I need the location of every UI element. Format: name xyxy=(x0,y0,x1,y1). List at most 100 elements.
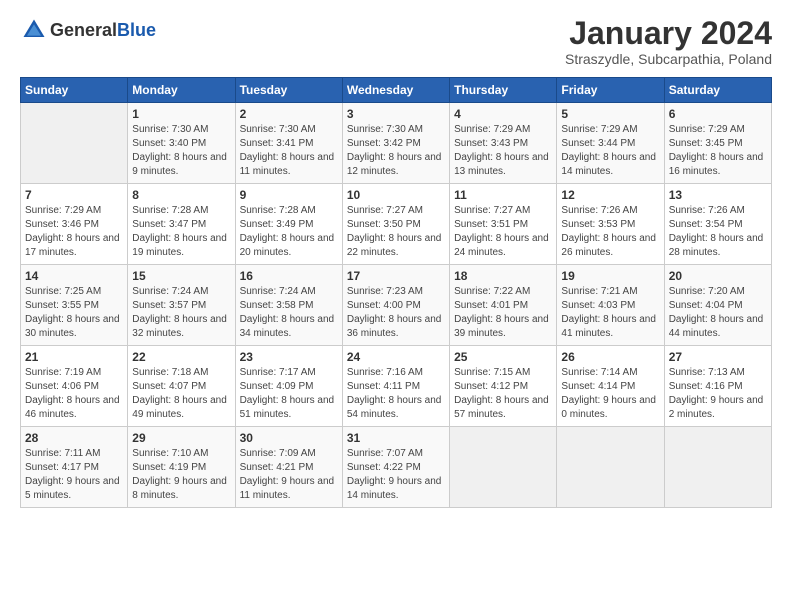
calendar-cell: 9 Sunrise: 7:28 AMSunset: 3:49 PMDayligh… xyxy=(235,184,342,265)
month-title: January 2024 xyxy=(565,16,772,51)
calendar-cell: 25 Sunrise: 7:15 AMSunset: 4:12 PMDaylig… xyxy=(450,346,557,427)
calendar-week-0: 1 Sunrise: 7:30 AMSunset: 3:40 PMDayligh… xyxy=(21,103,772,184)
day-info: Sunrise: 7:27 AMSunset: 3:51 PMDaylight:… xyxy=(454,205,549,258)
day-info: Sunrise: 7:24 AMSunset: 3:58 PMDaylight:… xyxy=(240,286,335,339)
page-container: GeneralBlue January 2024 Straszydle, Sub… xyxy=(0,0,792,518)
col-tuesday: Tuesday xyxy=(235,78,342,103)
calendar-cell: 11 Sunrise: 7:27 AMSunset: 3:51 PMDaylig… xyxy=(450,184,557,265)
day-number: 9 xyxy=(240,188,338,202)
day-number: 14 xyxy=(25,269,123,283)
calendar-cell: 30 Sunrise: 7:09 AMSunset: 4:21 PMDaylig… xyxy=(235,427,342,508)
title-section: January 2024 Straszydle, Subcarpathia, P… xyxy=(565,16,772,67)
logo-general: General xyxy=(50,20,117,40)
day-number: 24 xyxy=(347,350,445,364)
day-number: 20 xyxy=(669,269,767,283)
day-number: 8 xyxy=(132,188,230,202)
calendar-week-2: 14 Sunrise: 7:25 AMSunset: 3:55 PMDaylig… xyxy=(21,265,772,346)
day-info: Sunrise: 7:21 AMSunset: 4:03 PMDaylight:… xyxy=(561,286,656,339)
calendar-week-4: 28 Sunrise: 7:11 AMSunset: 4:17 PMDaylig… xyxy=(21,427,772,508)
day-info: Sunrise: 7:24 AMSunset: 3:57 PMDaylight:… xyxy=(132,286,227,339)
calendar-cell: 5 Sunrise: 7:29 AMSunset: 3:44 PMDayligh… xyxy=(557,103,664,184)
col-thursday: Thursday xyxy=(450,78,557,103)
col-friday: Friday xyxy=(557,78,664,103)
day-info: Sunrise: 7:14 AMSunset: 4:14 PMDaylight:… xyxy=(561,367,656,420)
day-info: Sunrise: 7:09 AMSunset: 4:21 PMDaylight:… xyxy=(240,448,335,501)
day-number: 27 xyxy=(669,350,767,364)
day-info: Sunrise: 7:30 AMSunset: 3:40 PMDaylight:… xyxy=(132,124,227,177)
calendar-cell: 18 Sunrise: 7:22 AMSunset: 4:01 PMDaylig… xyxy=(450,265,557,346)
day-info: Sunrise: 7:18 AMSunset: 4:07 PMDaylight:… xyxy=(132,367,227,420)
day-info: Sunrise: 7:29 AMSunset: 3:46 PMDaylight:… xyxy=(25,205,120,258)
day-info: Sunrise: 7:15 AMSunset: 4:12 PMDaylight:… xyxy=(454,367,549,420)
day-number: 2 xyxy=(240,107,338,121)
calendar-cell: 16 Sunrise: 7:24 AMSunset: 3:58 PMDaylig… xyxy=(235,265,342,346)
calendar-cell: 6 Sunrise: 7:29 AMSunset: 3:45 PMDayligh… xyxy=(664,103,771,184)
calendar-cell: 7 Sunrise: 7:29 AMSunset: 3:46 PMDayligh… xyxy=(21,184,128,265)
calendar-cell: 21 Sunrise: 7:19 AMSunset: 4:06 PMDaylig… xyxy=(21,346,128,427)
day-info: Sunrise: 7:20 AMSunset: 4:04 PMDaylight:… xyxy=(669,286,764,339)
day-number: 28 xyxy=(25,431,123,445)
calendar-cell: 29 Sunrise: 7:10 AMSunset: 4:19 PMDaylig… xyxy=(128,427,235,508)
day-info: Sunrise: 7:29 AMSunset: 3:45 PMDaylight:… xyxy=(669,124,764,177)
day-info: Sunrise: 7:13 AMSunset: 4:16 PMDaylight:… xyxy=(669,367,764,420)
day-info: Sunrise: 7:26 AMSunset: 3:53 PMDaylight:… xyxy=(561,205,656,258)
calendar-cell: 27 Sunrise: 7:13 AMSunset: 4:16 PMDaylig… xyxy=(664,346,771,427)
calendar-cell: 20 Sunrise: 7:20 AMSunset: 4:04 PMDaylig… xyxy=(664,265,771,346)
day-number: 3 xyxy=(347,107,445,121)
day-number: 18 xyxy=(454,269,552,283)
day-info: Sunrise: 7:10 AMSunset: 4:19 PMDaylight:… xyxy=(132,448,227,501)
calendar-cell: 24 Sunrise: 7:16 AMSunset: 4:11 PMDaylig… xyxy=(342,346,449,427)
day-info: Sunrise: 7:29 AMSunset: 3:43 PMDaylight:… xyxy=(454,124,549,177)
calendar-cell: 17 Sunrise: 7:23 AMSunset: 4:00 PMDaylig… xyxy=(342,265,449,346)
calendar-cell: 19 Sunrise: 7:21 AMSunset: 4:03 PMDaylig… xyxy=(557,265,664,346)
calendar-cell: 28 Sunrise: 7:11 AMSunset: 4:17 PMDaylig… xyxy=(21,427,128,508)
day-info: Sunrise: 7:28 AMSunset: 3:47 PMDaylight:… xyxy=(132,205,227,258)
day-number: 19 xyxy=(561,269,659,283)
day-number: 12 xyxy=(561,188,659,202)
day-info: Sunrise: 7:22 AMSunset: 4:01 PMDaylight:… xyxy=(454,286,549,339)
day-info: Sunrise: 7:29 AMSunset: 3:44 PMDaylight:… xyxy=(561,124,656,177)
calendar-cell xyxy=(557,427,664,508)
day-number: 13 xyxy=(669,188,767,202)
day-info: Sunrise: 7:30 AMSunset: 3:42 PMDaylight:… xyxy=(347,124,442,177)
calendar-table: Sunday Monday Tuesday Wednesday Thursday… xyxy=(20,77,772,508)
calendar-cell: 1 Sunrise: 7:30 AMSunset: 3:40 PMDayligh… xyxy=(128,103,235,184)
day-number: 21 xyxy=(25,350,123,364)
calendar-cell: 10 Sunrise: 7:27 AMSunset: 3:50 PMDaylig… xyxy=(342,184,449,265)
calendar-cell xyxy=(450,427,557,508)
day-info: Sunrise: 7:17 AMSunset: 4:09 PMDaylight:… xyxy=(240,367,335,420)
calendar-cell xyxy=(21,103,128,184)
day-info: Sunrise: 7:19 AMSunset: 4:06 PMDaylight:… xyxy=(25,367,120,420)
day-number: 10 xyxy=(347,188,445,202)
day-number: 26 xyxy=(561,350,659,364)
calendar-cell: 2 Sunrise: 7:30 AMSunset: 3:41 PMDayligh… xyxy=(235,103,342,184)
col-sunday: Sunday xyxy=(21,78,128,103)
day-info: Sunrise: 7:07 AMSunset: 4:22 PMDaylight:… xyxy=(347,448,442,501)
day-number: 5 xyxy=(561,107,659,121)
day-number: 4 xyxy=(454,107,552,121)
day-number: 23 xyxy=(240,350,338,364)
calendar-cell: 26 Sunrise: 7:14 AMSunset: 4:14 PMDaylig… xyxy=(557,346,664,427)
calendar-cell: 14 Sunrise: 7:25 AMSunset: 3:55 PMDaylig… xyxy=(21,265,128,346)
calendar-cell: 13 Sunrise: 7:26 AMSunset: 3:54 PMDaylig… xyxy=(664,184,771,265)
day-number: 22 xyxy=(132,350,230,364)
logo-icon xyxy=(20,16,48,44)
day-info: Sunrise: 7:11 AMSunset: 4:17 PMDaylight:… xyxy=(25,448,120,501)
day-number: 25 xyxy=(454,350,552,364)
day-info: Sunrise: 7:26 AMSunset: 3:54 PMDaylight:… xyxy=(669,205,764,258)
logo: GeneralBlue xyxy=(20,16,156,44)
calendar-cell: 22 Sunrise: 7:18 AMSunset: 4:07 PMDaylig… xyxy=(128,346,235,427)
logo-blue: Blue xyxy=(117,20,156,40)
calendar-cell: 12 Sunrise: 7:26 AMSunset: 3:53 PMDaylig… xyxy=(557,184,664,265)
calendar-week-1: 7 Sunrise: 7:29 AMSunset: 3:46 PMDayligh… xyxy=(21,184,772,265)
calendar-week-3: 21 Sunrise: 7:19 AMSunset: 4:06 PMDaylig… xyxy=(21,346,772,427)
calendar-cell: 31 Sunrise: 7:07 AMSunset: 4:22 PMDaylig… xyxy=(342,427,449,508)
day-info: Sunrise: 7:27 AMSunset: 3:50 PMDaylight:… xyxy=(347,205,442,258)
day-info: Sunrise: 7:23 AMSunset: 4:00 PMDaylight:… xyxy=(347,286,442,339)
day-number: 16 xyxy=(240,269,338,283)
day-info: Sunrise: 7:30 AMSunset: 3:41 PMDaylight:… xyxy=(240,124,335,177)
header: GeneralBlue January 2024 Straszydle, Sub… xyxy=(20,16,772,67)
day-number: 29 xyxy=(132,431,230,445)
col-monday: Monday xyxy=(128,78,235,103)
day-number: 1 xyxy=(132,107,230,121)
